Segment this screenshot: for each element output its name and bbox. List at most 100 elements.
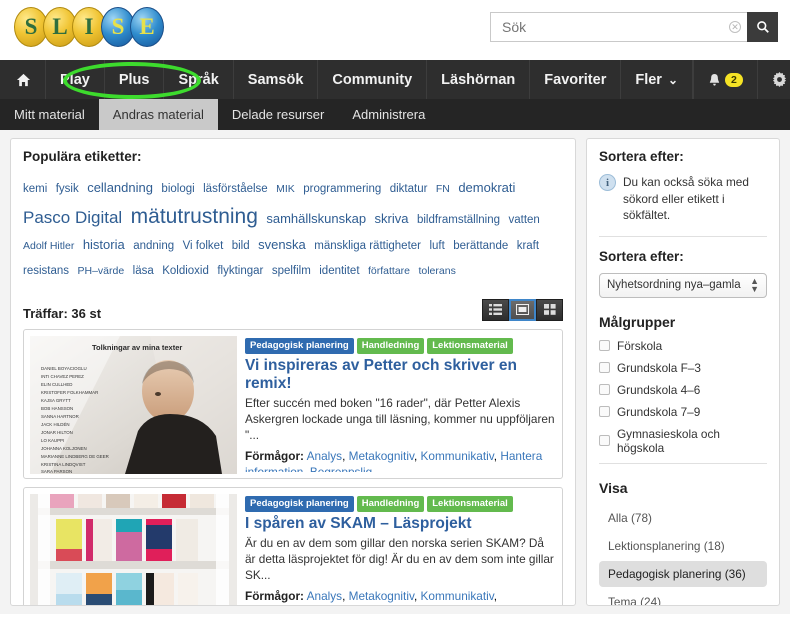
result-card[interactable]: Pedagogisk planering Handledning Lektion… bbox=[23, 486, 563, 606]
tag-link[interactable]: biologi bbox=[161, 183, 194, 195]
checkbox-box[interactable] bbox=[599, 384, 610, 396]
search-field-wrapper[interactable]: ✕ bbox=[490, 12, 747, 42]
clear-icon[interactable]: ✕ bbox=[729, 21, 741, 33]
formaga-link[interactable]: Analys bbox=[307, 449, 342, 463]
settings-button[interactable] bbox=[758, 60, 790, 99]
checkbox-box[interactable] bbox=[599, 362, 610, 374]
tag-link[interactable]: författare bbox=[368, 265, 410, 277]
tag-link[interactable]: spelfilm bbox=[272, 265, 311, 277]
grid-view-button[interactable] bbox=[536, 298, 563, 321]
chip-lektionsmaterial[interactable]: Lektionsmaterial bbox=[427, 495, 513, 512]
nav-label: Plus bbox=[118, 71, 150, 88]
visa-item-alla[interactable]: Alla (78) bbox=[599, 505, 767, 531]
tag-link[interactable]: Vi folket bbox=[183, 240, 224, 252]
sort-heading-primary: Sortera efter: bbox=[599, 149, 684, 164]
chip-pedagogisk-planering[interactable]: Pedagogisk planering bbox=[245, 495, 354, 512]
formaga-link[interactable]: Metakognitiv bbox=[349, 449, 414, 463]
tag-link[interactable]: kraft bbox=[517, 240, 539, 252]
checkbox-box[interactable] bbox=[599, 435, 610, 447]
tag-link[interactable]: vatten bbox=[509, 214, 540, 226]
notifications-button[interactable]: 2 bbox=[694, 60, 758, 99]
tag-link[interactable]: cellandning bbox=[87, 180, 153, 195]
nav-item-community[interactable]: Community bbox=[318, 60, 428, 99]
result-card[interactable]: Tolkningar av mina texter DANIEL BOYACIO… bbox=[23, 328, 563, 479]
formaga-link[interactable]: Kommunikativ bbox=[421, 449, 494, 463]
tag-link[interactable]: tolerans bbox=[418, 265, 455, 277]
nav-item-fler[interactable]: Fler ⌄ bbox=[621, 60, 693, 99]
checkbox-box[interactable] bbox=[599, 406, 610, 418]
tag-link[interactable]: luft bbox=[429, 240, 444, 252]
info-icon: i bbox=[599, 174, 616, 191]
tag-link[interactable]: FN bbox=[436, 183, 450, 195]
tag-link[interactable]: resistans bbox=[23, 265, 69, 277]
nav-label: Play bbox=[60, 71, 90, 88]
chip-lektionsmaterial[interactable]: Lektionsmaterial bbox=[427, 337, 513, 354]
tag-link[interactable]: samhällskunskap bbox=[266, 211, 366, 226]
results-panel: Populära etiketter: kemi fysik cellandni… bbox=[10, 138, 576, 606]
nav-item-play[interactable]: Play bbox=[46, 60, 105, 99]
formaga-link[interactable]: Metakognitiv bbox=[349, 589, 414, 603]
sort-select[interactable]: Nyhetsordning nya–gamla ▲ ▼ bbox=[599, 272, 767, 298]
checkbox-box[interactable] bbox=[599, 340, 610, 352]
formaga-link[interactable]: Kommunikativ bbox=[421, 589, 494, 603]
nav-item-home[interactable] bbox=[0, 60, 46, 99]
checkbox-grundskola-4-6[interactable]: Grundskola 4–6 bbox=[599, 383, 767, 397]
nav-item-lashornan[interactable]: Läshörnan bbox=[427, 60, 531, 99]
tag-link[interactable]: Adolf Hitler bbox=[23, 240, 74, 252]
visa-item-tema[interactable]: Tema (24) bbox=[599, 589, 767, 605]
tag-link[interactable]: PH–värde bbox=[77, 265, 124, 277]
search-button[interactable] bbox=[747, 12, 778, 42]
tag-link[interactable]: Pasco Digital bbox=[23, 208, 122, 227]
checkbox-grundskola-f3[interactable]: Grundskola F–3 bbox=[599, 361, 767, 375]
chip-handledning[interactable]: Handledning bbox=[356, 495, 425, 512]
tag-link[interactable]: skriva bbox=[375, 211, 409, 226]
nav-label: Språk bbox=[178, 71, 219, 88]
formaga-link[interactable]: Begreppslig bbox=[310, 465, 372, 472]
result-card-body: Pedagogisk planering Handledning Lektion… bbox=[237, 494, 556, 606]
tag-link[interactable]: diktatur bbox=[390, 183, 428, 195]
tag-link[interactable]: läsförståelse bbox=[203, 183, 268, 195]
tag-link[interactable]: bildframställning bbox=[417, 214, 500, 226]
tag-link[interactable]: bild bbox=[232, 240, 250, 252]
tag-link[interactable]: berättande bbox=[453, 240, 508, 252]
subnav-item-delade-resurser[interactable]: Delade resurser bbox=[218, 99, 339, 130]
tag-link[interactable]: läsa bbox=[133, 265, 154, 277]
detail-view-button[interactable] bbox=[509, 298, 536, 321]
nav-item-plus[interactable]: Plus bbox=[105, 60, 165, 99]
nav-item-sprak[interactable]: Språk bbox=[164, 60, 234, 99]
svg-text:MARIANNE LINDBERG DE GEER: MARIANNE LINDBERG DE GEER bbox=[41, 454, 109, 459]
tag-link[interactable]: historia bbox=[83, 237, 125, 252]
tag-link[interactable]: MIK bbox=[276, 183, 295, 195]
tag-link[interactable]: flyktingar bbox=[217, 265, 263, 277]
chip-pedagogisk-planering[interactable]: Pedagogisk planering bbox=[245, 337, 354, 354]
chip-handledning[interactable]: Handledning bbox=[356, 337, 425, 354]
tag-link[interactable]: fysik bbox=[56, 183, 79, 195]
tag-link[interactable]: mänskliga rättigheter bbox=[314, 240, 421, 252]
search-input[interactable] bbox=[500, 18, 725, 36]
visa-item-lektionsplanering[interactable]: Lektionsplanering (18) bbox=[599, 533, 767, 559]
checkbox-forskola[interactable]: Förskola bbox=[599, 339, 767, 353]
tag-link[interactable]: kemi bbox=[23, 183, 47, 195]
tag-link[interactable]: andning bbox=[133, 240, 174, 252]
tag-link[interactable]: demokrati bbox=[458, 180, 515, 195]
tag-link[interactable]: mätutrustning bbox=[131, 205, 258, 228]
tag-link[interactable]: Koldioxid bbox=[162, 265, 209, 277]
checkbox-grundskola-7-9[interactable]: Grundskola 7–9 bbox=[599, 405, 767, 419]
result-title-link[interactable]: I spåren av SKAM – Läsprojekt bbox=[245, 515, 556, 533]
subnav-item-andras-material[interactable]: Andras material bbox=[98, 99, 218, 130]
site-logo[interactable]: S L I S E bbox=[14, 7, 164, 47]
visa-item-pedagogisk-planering[interactable]: Pedagogisk planering (36) bbox=[599, 560, 767, 587]
nav-item-samsok[interactable]: Samsök bbox=[234, 60, 319, 99]
tag-link[interactable]: programmering bbox=[303, 183, 381, 195]
tag-link[interactable]: svenska bbox=[258, 237, 306, 252]
tag-link[interactable]: identitet bbox=[319, 265, 359, 277]
subnav-item-mitt-material[interactable]: Mitt material bbox=[0, 99, 99, 130]
nav-item-favoriter[interactable]: Favoriter bbox=[530, 60, 622, 99]
checkbox-gymnasieskola[interactable]: Gymnasieskola och högskola bbox=[599, 427, 767, 455]
list-view-button[interactable] bbox=[482, 298, 509, 321]
result-title-link[interactable]: Vi inspireras av Petter och skriver en r… bbox=[245, 357, 556, 393]
logo-letter: L bbox=[52, 14, 68, 39]
formaga-link[interactable]: Analys bbox=[307, 589, 342, 603]
subnav-item-administrera[interactable]: Administrera bbox=[338, 99, 439, 130]
formaga-link[interactable]: Begreppslig bbox=[245, 605, 307, 606]
